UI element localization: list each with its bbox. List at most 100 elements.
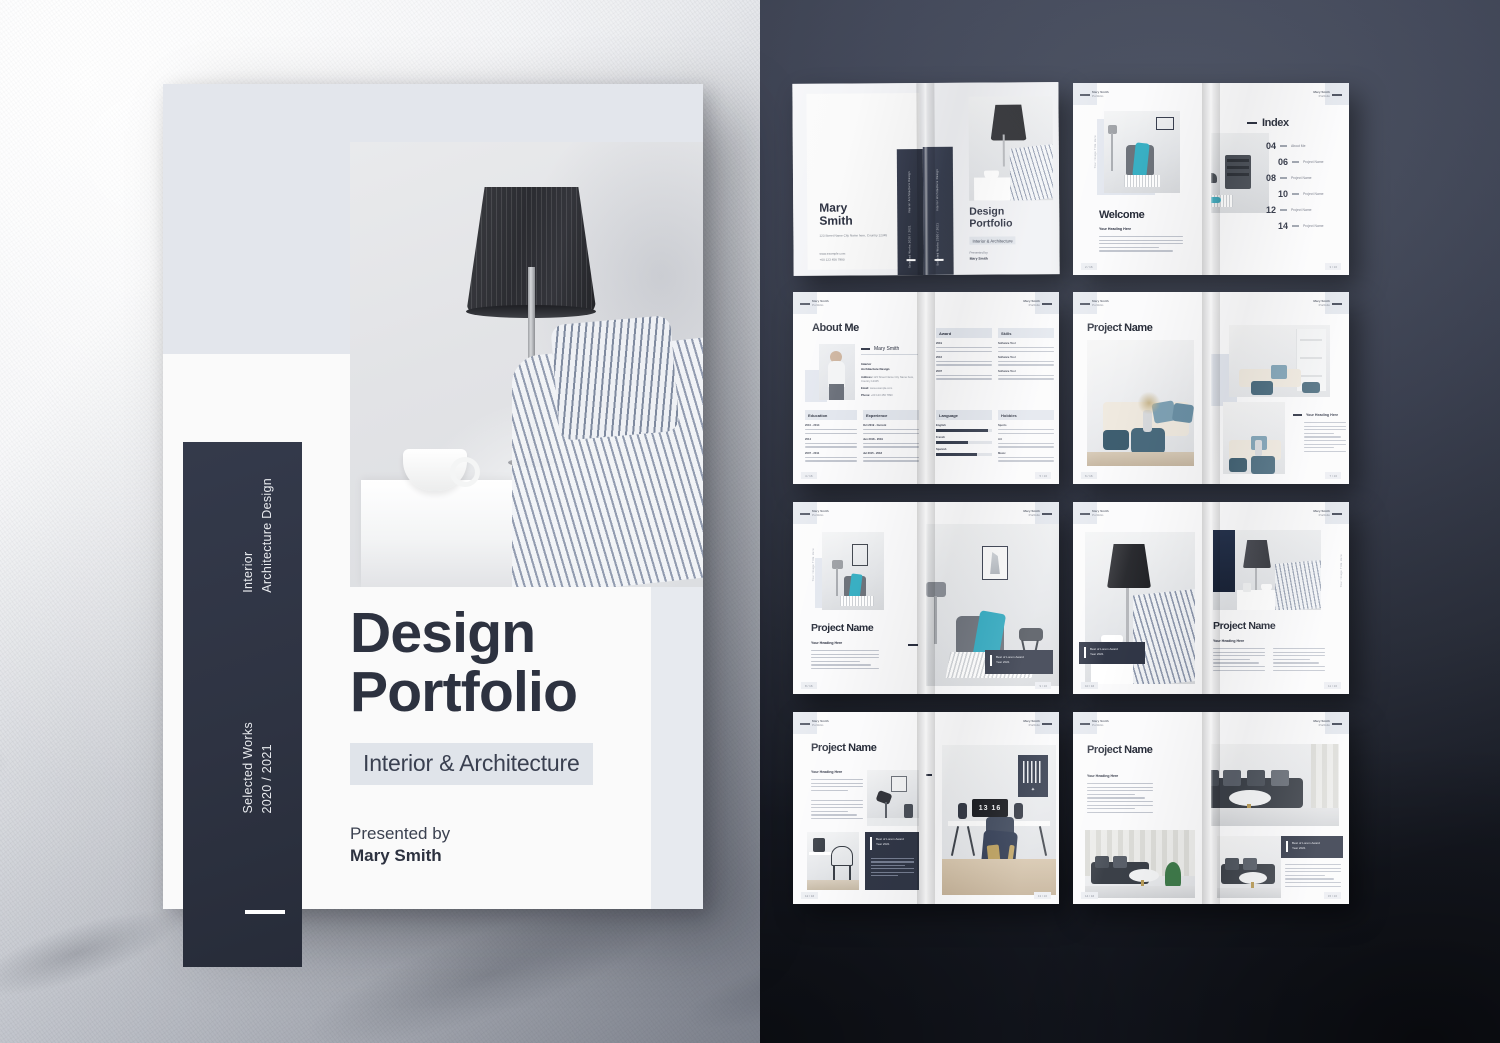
index-item[interactable]: 12 Project Name bbox=[1237, 205, 1337, 215]
index-item[interactable]: 10 Project Name bbox=[1237, 189, 1337, 199]
project-5-hero-photo bbox=[1211, 744, 1339, 826]
about-section: Hobbies Sports Art Music bbox=[998, 410, 1054, 466]
profile-dash-icon bbox=[861, 348, 870, 350]
index-item-dash-icon bbox=[1280, 209, 1287, 211]
badge-line-2: Year 2021 bbox=[1292, 845, 1306, 850]
cover-rule bbox=[245, 910, 285, 914]
back-cover-name: Mary Smith bbox=[819, 200, 853, 229]
page-number-left: 8 / 16 bbox=[801, 682, 817, 689]
project-3-right-page: Mary Smith Portfolio Your Image Title Her… bbox=[1211, 502, 1349, 694]
about-section: Language English French Spanish bbox=[936, 410, 992, 460]
badge-line-2: Year 2021 bbox=[876, 841, 890, 846]
project-4-award-badge: Best of Lorem Award Year 2021 bbox=[865, 832, 919, 890]
index-item[interactable]: 08 Project Name bbox=[1237, 173, 1337, 183]
badge-bar bbox=[1286, 841, 1288, 852]
badge-bar bbox=[870, 837, 872, 850]
about-section: Education 2010 - 2014 2014 2007 - 2011 bbox=[805, 410, 857, 466]
badge-body-copy bbox=[871, 858, 914, 878]
page-number-right: 5 / 16 bbox=[1035, 472, 1051, 479]
index-list: 04 About Me 06 Project Name 08 Project Name 10… bbox=[1237, 141, 1337, 237]
project-1-hero-photo bbox=[1087, 340, 1194, 466]
front-cover-title-2: Portfolio bbox=[969, 216, 1013, 230]
header-dash-icon bbox=[1042, 723, 1052, 725]
running-header-left: Mary Smith Portfolio bbox=[1092, 719, 1109, 728]
header-dash-icon bbox=[1332, 513, 1342, 515]
project-1-photo-top bbox=[1229, 325, 1330, 397]
cover-vertical-line-4: 2020 / 2021 bbox=[259, 744, 274, 814]
cover-dark-sidebar: Interior Architecture Design Selected Wor… bbox=[183, 442, 302, 967]
about-section-entry: Jul 2015 - 2018 bbox=[863, 452, 919, 462]
front-cover-title-1: Design bbox=[969, 205, 1005, 218]
index-item[interactable]: 06 Project Name bbox=[1237, 157, 1337, 167]
about-section-entry: 2007 - 2011 bbox=[805, 452, 857, 462]
index-item[interactable]: 04 About Me bbox=[1237, 141, 1337, 151]
about-entry-label: Software Tool bbox=[998, 355, 1016, 359]
front-cover-title: Design Portfolio bbox=[969, 205, 1013, 230]
about-entry-body bbox=[998, 429, 1054, 434]
cover-hero-photo bbox=[350, 142, 703, 587]
project-3-vertical-caption: Your Image Title Here bbox=[1339, 554, 1343, 588]
header-label: Portfolio bbox=[1028, 303, 1040, 308]
spread-about-me: Mary Smith Portfolio About Me Mary Smith … bbox=[793, 292, 1059, 484]
header-label: Portfolio bbox=[812, 723, 824, 728]
project-5-photo-small bbox=[1217, 836, 1281, 898]
about-section-entry: Software Tool bbox=[998, 356, 1054, 366]
spread-project-5: Mary Smith Portfolio Project Name Your He… bbox=[1073, 712, 1349, 904]
project-2-vertical-caption: Your Image Title Here bbox=[811, 548, 815, 582]
header-dash-icon bbox=[800, 303, 810, 305]
about-entry-label: Software Tool bbox=[998, 342, 1016, 345]
header-label: Portfolio bbox=[1028, 513, 1040, 518]
badge-line-1: Best of Lorem Award bbox=[1090, 647, 1118, 651]
header-label: Portfolio bbox=[812, 513, 824, 518]
project-2-award-badge: Best of Lorem Award Year 2021 bbox=[985, 650, 1053, 674]
project-1-photo-bottom bbox=[1223, 402, 1285, 474]
cover-vertical-discipline: Interior Architecture Design bbox=[239, 478, 277, 593]
flip-clock: 13 16 bbox=[972, 799, 1008, 817]
project-1-heading-row: Your Heading Here bbox=[1293, 413, 1338, 417]
about-entry-label: 2019 bbox=[936, 342, 942, 345]
index-item-label: Project Name bbox=[1303, 224, 1324, 228]
about-entry-label: Jun 2018 - 2019 bbox=[863, 437, 883, 441]
header-dash-icon bbox=[1332, 723, 1342, 725]
about-section-entry: 2014 bbox=[805, 438, 857, 448]
about-section-entry: Spanish bbox=[936, 448, 992, 456]
profile-name-row: Mary Smith bbox=[861, 346, 899, 352]
spread-project-4: Mary Smith Portfolio Project Name Your He… bbox=[793, 712, 1059, 904]
index-item-label: Project Name bbox=[1291, 208, 1312, 212]
about-entry-body bbox=[805, 429, 857, 434]
index-item-dash-icon bbox=[1292, 225, 1299, 227]
about-section-entry: Software Tool bbox=[998, 370, 1054, 380]
page-number-right: 11 / 16 bbox=[1324, 682, 1341, 689]
language-level-fill bbox=[936, 429, 988, 432]
header-dash-icon bbox=[1080, 303, 1090, 305]
profile-name: Mary Smith bbox=[874, 346, 900, 352]
project-2-title: Project Name bbox=[811, 622, 874, 634]
project-4-left-page: Mary Smith Portfolio Project Name Your He… bbox=[793, 712, 926, 904]
index-item-dash-icon bbox=[1280, 145, 1287, 147]
project-4-heading: Your Heading Here bbox=[811, 770, 843, 774]
index-title: Index bbox=[1262, 117, 1289, 129]
index-item-dash-icon bbox=[1280, 177, 1287, 179]
about-entry-label: 2014 bbox=[805, 437, 811, 441]
about-entry-body bbox=[998, 442, 1054, 448]
profile-field: Email: www.example.com bbox=[861, 387, 893, 391]
header-name: Mary Smith bbox=[1313, 299, 1330, 303]
header-dash-icon bbox=[1332, 94, 1342, 96]
page-number-right: 7 / 16 bbox=[1325, 472, 1341, 479]
project-2-left-page: Mary Smith Portfolio Your Image Title Her… bbox=[793, 502, 926, 694]
index-item[interactable]: 14 Project Name bbox=[1237, 221, 1337, 231]
spread-project-1: Mary Smith Portfolio Project Name 6 / 16 … bbox=[1073, 292, 1349, 484]
project-3-heading: Your Heading Here bbox=[1213, 639, 1245, 643]
cover-vertical-works: Selected Works 2020 / 2021 bbox=[239, 722, 277, 814]
index-item-dash-icon bbox=[1292, 161, 1299, 163]
badge-text: Best of Lorem Award Year 2021 bbox=[996, 655, 1049, 664]
header-name: Mary Smith bbox=[1092, 509, 1109, 513]
welcome-page: Mary Smith Portfolio Your Image Title Her… bbox=[1073, 83, 1211, 275]
project-4-right-page: Mary Smith Portfolio ✦ 13 16 13 / 16 bbox=[926, 712, 1059, 904]
about-entry-label: Oct 2019 - Current bbox=[863, 424, 887, 427]
back-cover-name-line-1: Mary bbox=[819, 200, 848, 215]
index-item-number: 14 bbox=[1277, 221, 1288, 231]
project-1-body-copy bbox=[1304, 422, 1346, 454]
project-5-left-page: Mary Smith Portfolio Project Name Your He… bbox=[1073, 712, 1211, 904]
project-5-award-badge: Best of Lorem Award Year 2021 bbox=[1281, 836, 1343, 858]
